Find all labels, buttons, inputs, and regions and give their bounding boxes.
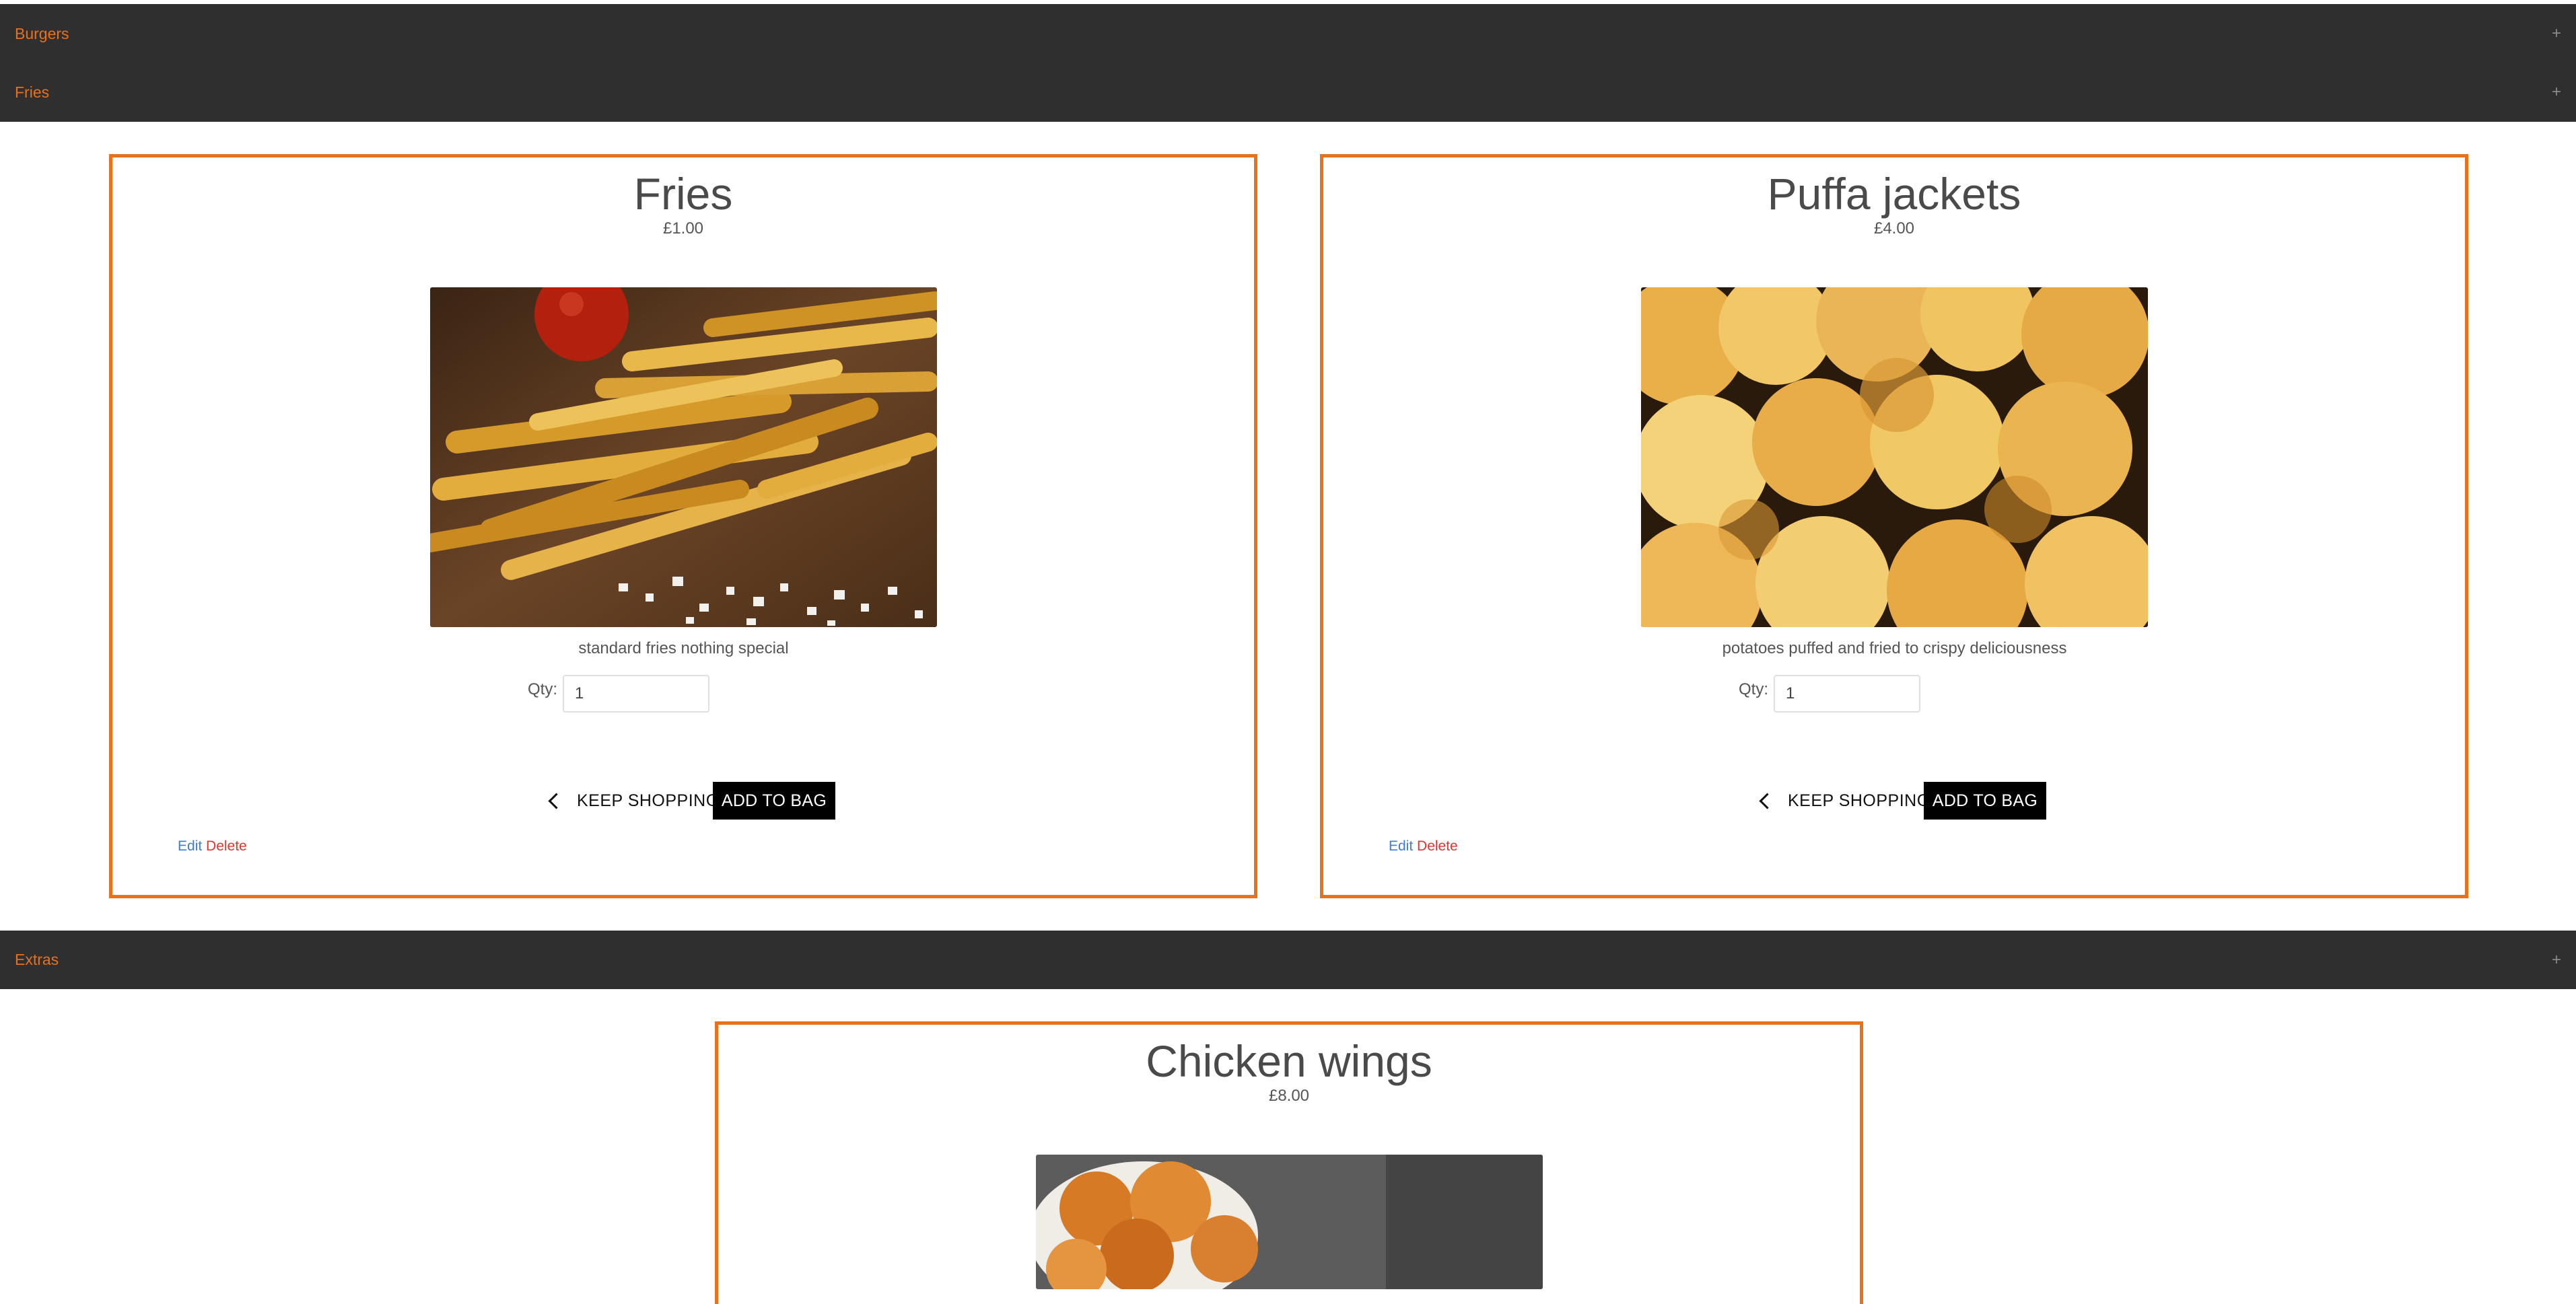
add-to-bag-button[interactable]: ADD TO BAG xyxy=(1924,782,2046,820)
product-description: potatoes puffed and fried to crispy deli… xyxy=(1722,639,2067,657)
product-name: Fries xyxy=(633,169,733,219)
admin-links: Edit Delete xyxy=(1389,838,1458,855)
qty-label: Qty: xyxy=(1739,680,1769,698)
product-price: £8.00 xyxy=(1268,1087,1310,1105)
edit-link[interactable]: Edit xyxy=(178,838,202,854)
admin-links: Edit Delete xyxy=(178,838,247,855)
chevron-left-icon xyxy=(1759,792,1776,809)
product-card: Puffa jackets £4.00 potatoes puffed and … xyxy=(1320,154,2468,898)
product-description: standard fries nothing special xyxy=(578,639,789,657)
product-image xyxy=(1641,287,2148,627)
category-title: Fries xyxy=(15,83,50,101)
keep-shopping-link[interactable]: KEEP SHOPPING xyxy=(1757,782,1930,820)
category-header-burgers[interactable]: Burgers + xyxy=(0,4,2576,63)
chevron-left-icon xyxy=(548,792,565,809)
delete-link[interactable]: Delete xyxy=(1417,838,1458,854)
expand-icon[interactable]: + xyxy=(2552,24,2561,43)
add-to-bag-button[interactable]: ADD TO BAG xyxy=(713,782,835,820)
product-price: £1.00 xyxy=(662,219,704,238)
product-name: Puffa jackets xyxy=(1767,169,2021,219)
product-card: Fries £1.00 standard fries nothing speci… xyxy=(109,154,1257,898)
product-image xyxy=(1036,1155,1543,1289)
qty-input[interactable] xyxy=(563,675,709,713)
keep-shopping-label: KEEP SHOPPING xyxy=(1788,791,1930,810)
product-name: Chicken wings xyxy=(1146,1036,1432,1086)
qty-label: Qty: xyxy=(528,680,558,698)
qty-input[interactable] xyxy=(1774,675,1920,713)
category-title: Burgers xyxy=(15,24,69,42)
delete-link[interactable]: Delete xyxy=(206,838,247,854)
product-image xyxy=(430,287,937,627)
category-header-extras[interactable]: Extras + xyxy=(0,931,2576,989)
edit-link[interactable]: Edit xyxy=(1389,838,1413,854)
keep-shopping-label: KEEP SHOPPING xyxy=(577,791,720,810)
keep-shopping-link[interactable]: KEEP SHOPPING xyxy=(547,782,720,820)
product-price: £4.00 xyxy=(1873,219,1915,238)
category-header-fries[interactable]: Fries + xyxy=(0,63,2576,122)
expand-icon[interactable]: + xyxy=(2552,83,2561,102)
product-card: Chicken wings £8.00 xyxy=(715,1021,1863,1304)
expand-icon[interactable]: + xyxy=(2552,951,2561,970)
category-title: Extras xyxy=(15,951,59,968)
